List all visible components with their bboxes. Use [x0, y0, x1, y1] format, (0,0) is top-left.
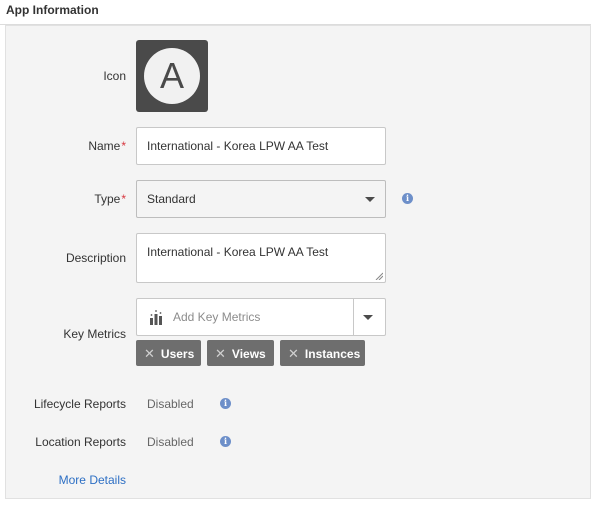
more-details-link[interactable]: More Details	[59, 473, 126, 487]
key-metrics-divider	[353, 299, 354, 335]
description-label: Description	[65, 251, 126, 265]
icon-label: Icon	[103, 69, 126, 83]
key-metric-tag-instances[interactable]: ✕ Instances	[280, 340, 365, 366]
location-reports-value: Disabled	[147, 435, 194, 449]
app-icon-tile[interactable]: A	[136, 40, 208, 112]
type-select-value: Standard	[147, 192, 196, 206]
type-label: Type*	[94, 192, 126, 206]
key-metric-tag-label: Instances	[304, 347, 361, 361]
lifecycle-reports-label: Lifecycle Reports	[33, 397, 126, 411]
key-metric-tag-views[interactable]: ✕ Views	[207, 340, 274, 366]
bar-chart-icon	[150, 310, 162, 325]
info-icon[interactable]: i	[220, 436, 231, 447]
close-icon[interactable]: ✕	[288, 346, 299, 361]
location-reports-label: Location Reports	[35, 435, 126, 449]
app-icon-letter: A	[144, 48, 200, 104]
key-metrics-placeholder: Add Key Metrics	[173, 310, 261, 324]
info-icon[interactable]: i	[402, 193, 413, 204]
name-input[interactable]: International - Korea LPW AA Test	[136, 127, 386, 165]
section-header: App Information	[0, 0, 591, 25]
key-metric-tag-label: Views	[231, 347, 266, 361]
lifecycle-reports-value: Disabled	[147, 397, 194, 411]
info-icon[interactable]: i	[220, 398, 231, 409]
name-required-marker: *	[121, 139, 126, 153]
key-metrics-input[interactable]: Add Key Metrics	[136, 298, 386, 336]
type-required-marker: *	[121, 192, 126, 206]
close-icon[interactable]: ✕	[144, 346, 155, 361]
type-select[interactable]: Standard	[136, 180, 386, 218]
chevron-down-icon	[365, 197, 375, 202]
type-label-text: Type	[94, 192, 121, 206]
section-title: App Information	[6, 3, 99, 17]
resize-handle-icon[interactable]	[375, 272, 383, 280]
key-metrics-label: Key Metrics	[63, 327, 126, 341]
key-metric-tag-label: Users	[160, 347, 195, 361]
description-textarea[interactable]: International - Korea LPW AA Test	[136, 233, 386, 283]
key-metric-tag-users[interactable]: ✕ Users	[136, 340, 201, 366]
name-label-text: Name	[88, 139, 121, 153]
key-metrics-dropdown-button[interactable]	[363, 315, 373, 320]
description-value: International - Korea LPW AA Test	[147, 245, 329, 259]
close-icon[interactable]: ✕	[215, 346, 226, 361]
name-label: Name*	[88, 139, 126, 153]
